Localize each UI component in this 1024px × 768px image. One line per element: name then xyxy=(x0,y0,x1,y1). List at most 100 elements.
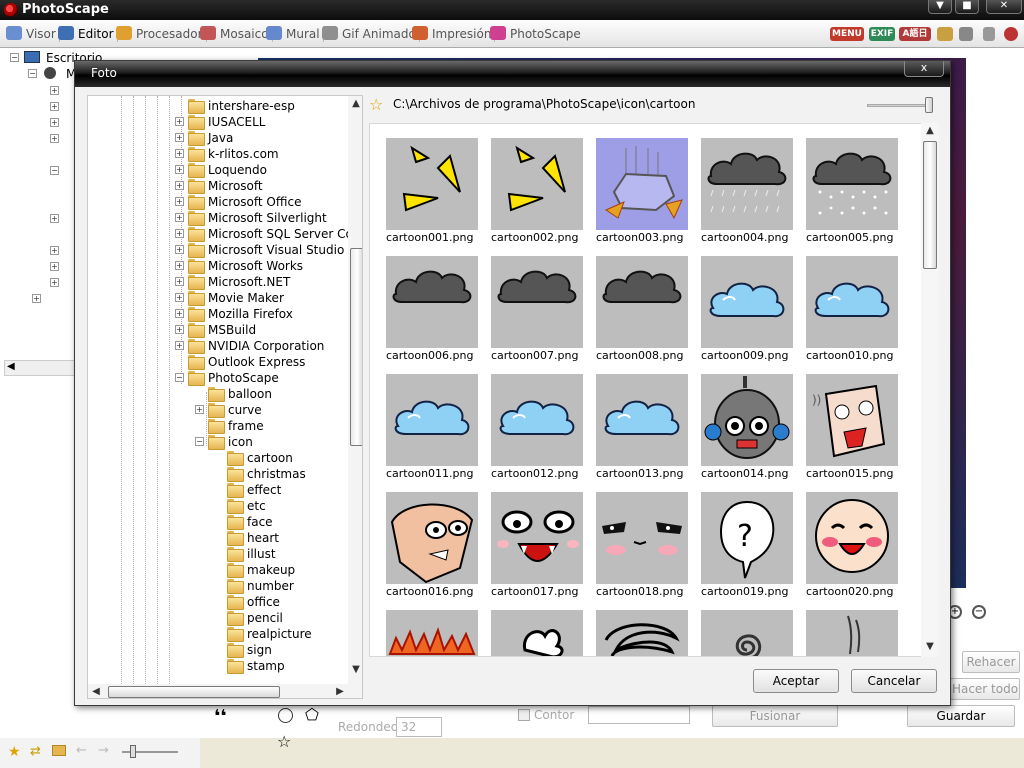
forward-arrow-icon[interactable]: → xyxy=(98,743,109,758)
menu-button[interactable]: MENU xyxy=(830,27,864,41)
collapse-icon[interactable]: − xyxy=(175,373,184,382)
thumbnail-vscroll[interactable]: ▲ ▼ xyxy=(921,123,939,657)
thumbnail-item[interactable] xyxy=(806,610,898,656)
thumbnail-item[interactable]: )) cartoon015.png xyxy=(806,374,898,486)
circle-shape-icon[interactable] xyxy=(278,708,293,723)
thumbnail-item[interactable]: cartoon009.png xyxy=(701,256,793,368)
arrows-icon[interactable]: ⇄ xyxy=(30,744,41,759)
thumbnail-item[interactable]: cartoon020.png xyxy=(806,492,898,604)
tab-editor[interactable]: Editor xyxy=(58,24,118,46)
thumbnail-item[interactable]: cartoon014.png xyxy=(701,374,793,486)
thumbnail-item[interactable]: cartoon003.png xyxy=(596,138,688,250)
folder-tree-vscroll-thumb[interactable] xyxy=(350,248,362,446)
thumb-size-slider-knob[interactable] xyxy=(130,745,136,758)
folder-item-mozilla-firefox[interactable]: + Mozilla Firefox xyxy=(88,306,348,322)
collapse-icon[interactable]: − xyxy=(28,69,37,78)
back-arrow-icon[interactable]: ← xyxy=(76,743,87,758)
folder-item-msbuild[interactable]: + MSBuild xyxy=(88,322,348,338)
collapse-icon[interactable]: − xyxy=(50,166,59,175)
tab-impresion[interactable]: Impresión xyxy=(412,24,496,46)
tab-procesador[interactable]: Procesador xyxy=(116,24,207,46)
folder-item-microsoft-silverlight[interactable]: + Microsoft Silverlight xyxy=(88,210,348,226)
thumbnail-item[interactable]: ? cartoon019.png xyxy=(701,492,793,604)
folder-item-microsoft-office[interactable]: + Microsoft Office xyxy=(88,194,348,210)
star-shape-icon[interactable]: ☆ xyxy=(277,732,291,751)
help-icon[interactable] xyxy=(1004,27,1018,41)
thumbnail-item[interactable]: cartoon011.png xyxy=(386,374,478,486)
expand-icon[interactable]: + xyxy=(175,293,184,302)
folder-item-java[interactable]: + Java xyxy=(88,130,348,146)
folder-item-microsoft-net[interactable]: + Microsoft.NET xyxy=(88,274,348,290)
scroll-right-icon[interactable]: ▶ xyxy=(332,684,348,698)
folder-item-icon[interactable]: − icon xyxy=(88,434,348,450)
thumbnail-item[interactable]: cartoon017.png xyxy=(491,492,583,604)
folder-item-photoscape[interactable]: − PhotoScape xyxy=(88,370,348,386)
thumbnail-zoom-slider-knob[interactable] xyxy=(925,97,933,113)
folder-item-intershare-esp[interactable]: intershare-esp xyxy=(88,98,348,114)
maximize-button[interactable]: ■ xyxy=(955,0,979,14)
folder-item-etc[interactable]: etc xyxy=(88,498,348,514)
expand-icon[interactable]: + xyxy=(175,213,184,222)
folder-tree-hscroll-thumb[interactable] xyxy=(108,686,280,698)
thumbnail-item[interactable]: cartoon010.png xyxy=(806,256,898,368)
collapse-icon[interactable]: − xyxy=(195,437,204,446)
thumbnail-item[interactable]: cartoon016.png xyxy=(386,492,478,604)
folder-item-frame[interactable]: frame xyxy=(88,418,348,434)
collapse-icon[interactable]: − xyxy=(10,53,19,62)
exif-button[interactable]: EXIF xyxy=(869,27,895,41)
aceptar-button[interactable]: Aceptar xyxy=(753,669,839,693)
folder-item-microsoft-works[interactable]: + Microsoft Works xyxy=(88,258,348,274)
expand-icon[interactable]: + xyxy=(32,294,41,303)
tab-photoscape[interactable]: PhotoScape xyxy=(490,24,581,46)
thumbnail-item[interactable]: cartoon018.png xyxy=(596,492,688,604)
thumbnail-item[interactable]: cartoon013.png xyxy=(596,374,688,486)
tab-mosaico[interactable]: Mosaico xyxy=(200,24,273,46)
expand-icon[interactable]: + xyxy=(175,181,184,190)
thumbnail-item[interactable] xyxy=(491,610,583,656)
folder-item-pencil[interactable]: pencil xyxy=(88,610,348,626)
favorite-star-icon[interactable]: ★ xyxy=(8,744,21,760)
folder-item-stamp[interactable]: stamp xyxy=(88,658,348,674)
contorno-checkbox[interactable] xyxy=(518,709,530,721)
expand-icon[interactable]: + xyxy=(175,245,184,254)
thumbnail-item[interactable]: cartoon001.png xyxy=(386,138,478,250)
folder-item-sign[interactable]: sign xyxy=(88,642,348,658)
contorno-dropdown[interactable] xyxy=(588,706,690,724)
favorite-folder-star-icon[interactable]: ☆ xyxy=(369,95,383,115)
minimize-button[interactable]: ▼ xyxy=(928,0,952,14)
scroll-up-icon[interactable]: ▲ xyxy=(922,123,938,139)
tools-icon[interactable] xyxy=(983,27,995,41)
folder-tree-hscroll[interactable]: ◀ ▶ xyxy=(88,684,362,698)
expand-icon[interactable]: + xyxy=(175,165,184,174)
thumbnail-zoom-slider[interactable] xyxy=(867,104,929,107)
rehacer-button[interactable]: Rehacer xyxy=(962,651,1020,673)
folder-item-movie-maker[interactable]: + Movie Maker xyxy=(88,290,348,306)
folder-item-heart[interactable]: heart xyxy=(88,530,348,546)
folder-item-office[interactable]: office xyxy=(88,594,348,610)
dialog-close-button[interactable]: x xyxy=(904,61,944,77)
expand-icon[interactable]: + xyxy=(175,197,184,206)
folder-item-loquendo[interactable]: + Loquendo xyxy=(88,162,348,178)
quote-icon[interactable]: ❛❛ xyxy=(214,706,226,727)
expand-icon[interactable]: + xyxy=(50,134,59,143)
folder-tool-icon[interactable] xyxy=(937,27,953,41)
folder-item-k-rlitos-com[interactable]: + k-rlitos.com xyxy=(88,146,348,162)
expand-icon[interactable]: + xyxy=(175,149,184,158)
thumbnail-vscroll-thumb[interactable] xyxy=(923,141,937,269)
folder-tree-vscroll[interactable]: ▲ ▼ xyxy=(348,96,362,684)
scroll-down-icon[interactable]: ▼ xyxy=(922,639,938,655)
folder-item-face[interactable]: face xyxy=(88,514,348,530)
expand-icon[interactable]: + xyxy=(175,261,184,270)
scroll-up-icon[interactable]: ▲ xyxy=(348,96,362,112)
close-button[interactable]: ✕ xyxy=(986,0,1022,14)
expand-icon[interactable]: + xyxy=(50,214,59,223)
scroll-left-icon[interactable]: ◀ xyxy=(7,361,15,372)
thumbnail-item[interactable] xyxy=(596,610,688,656)
thumbnail-item[interactable]: cartoon012.png xyxy=(491,374,583,486)
expand-icon[interactable]: + xyxy=(50,118,59,127)
folder-item-christmas[interactable]: christmas xyxy=(88,466,348,482)
expand-icon[interactable]: + xyxy=(175,133,184,142)
expand-icon[interactable]: + xyxy=(175,117,184,126)
folder-item-microsoft-visual-studio[interactable]: + Microsoft Visual Studio xyxy=(88,242,348,258)
folder-item-cartoon[interactable]: cartoon xyxy=(88,450,348,466)
